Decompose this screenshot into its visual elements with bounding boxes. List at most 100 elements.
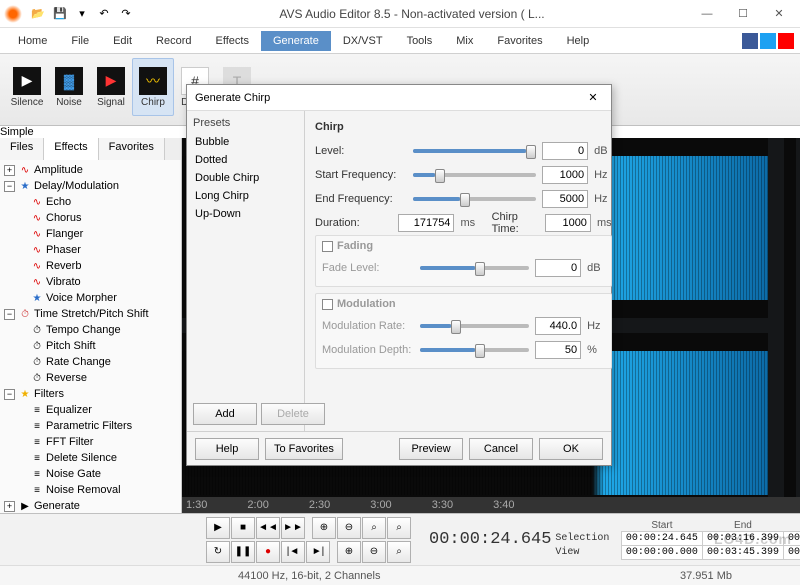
loop-button[interactable]: ↻ — [206, 541, 230, 563]
tree-echo[interactable]: ∿Echo — [2, 194, 179, 210]
menu-generate[interactable]: Generate — [261, 31, 331, 51]
tree-time-stretch[interactable]: −⏱Time Stretch/Pitch Shift — [2, 306, 179, 322]
fading-checkbox[interactable] — [322, 241, 333, 252]
preset-item[interactable]: Long Chirp — [193, 187, 298, 205]
ribbon-noise[interactable]: ▓Noise — [48, 58, 90, 116]
modulation-checkbox[interactable] — [322, 299, 333, 310]
minimize-button[interactable]: — — [690, 3, 724, 25]
tree-flanger[interactable]: ∿Flanger — [2, 226, 179, 242]
undo-icon[interactable]: ↶ — [96, 6, 112, 22]
play-button[interactable]: ▶ — [206, 517, 230, 539]
tree-rate-change[interactable]: ⏱Rate Change — [2, 354, 179, 370]
tree-reverse[interactable]: ⏱Reverse — [2, 370, 179, 386]
duration-input[interactable] — [398, 214, 454, 232]
zoom-v-in-button[interactable]: ⊕ — [337, 541, 361, 563]
redo-icon[interactable]: ↷ — [118, 6, 134, 22]
endfreq-slider[interactable] — [413, 192, 536, 206]
zoom-v-out-button[interactable]: ⊖ — [362, 541, 386, 563]
tab-effects[interactable]: Effects — [44, 138, 98, 160]
expand-icon[interactable]: + — [4, 165, 15, 176]
fade-slider[interactable] — [420, 261, 529, 275]
twitter-icon[interactable] — [760, 33, 776, 49]
ribbon-chirp[interactable]: 〰Chirp — [132, 58, 174, 116]
tree-equalizer[interactable]: ≡Equalizer — [2, 402, 179, 418]
chirptime-input[interactable] — [545, 214, 591, 232]
startfreq-input[interactable] — [542, 166, 588, 184]
menu-favorites[interactable]: Favorites — [485, 31, 554, 51]
zoom-fit-button[interactable]: ⌕ — [387, 541, 411, 563]
record-button[interactable]: ● — [256, 541, 280, 563]
time-ruler[interactable]: 1:30 2:00 2:30 3:00 3:30 3:40 — [182, 497, 800, 513]
collapse-icon[interactable]: − — [4, 389, 15, 400]
pause-button[interactable]: ❚❚ — [231, 541, 255, 563]
tree-voice-morpher[interactable]: ★Voice Morpher — [2, 290, 179, 306]
zoom-in-button[interactable]: ⊕ — [312, 517, 336, 539]
ffwd-button[interactable]: ►► — [281, 517, 305, 539]
startfreq-slider[interactable] — [413, 168, 536, 182]
preview-button[interactable]: Preview — [399, 438, 463, 460]
menu-record[interactable]: Record — [144, 31, 203, 51]
tree-noise-removal[interactable]: ≡Noise Removal — [2, 482, 179, 498]
tree-pitch-shift[interactable]: ⏱Pitch Shift — [2, 338, 179, 354]
tree-noise-gate[interactable]: ≡Noise Gate — [2, 466, 179, 482]
menu-effects[interactable]: Effects — [204, 31, 261, 51]
tree-delete-silence[interactable]: ≡Delete Silence — [2, 450, 179, 466]
fade-input[interactable] — [535, 259, 581, 277]
ribbon-silence[interactable]: ▶Silence — [6, 58, 48, 116]
modrate-slider[interactable] — [420, 319, 529, 333]
tree-delay-modulation[interactable]: −★Delay/Modulation — [2, 178, 179, 194]
preset-item[interactable]: Dotted — [193, 151, 298, 169]
preset-item[interactable]: Double Chirp — [193, 169, 298, 187]
tree-phaser[interactable]: ∿Phaser — [2, 242, 179, 258]
tree-vibrato[interactable]: ∿Vibrato — [2, 274, 179, 290]
endfreq-input[interactable] — [542, 190, 588, 208]
goto-start-button[interactable]: |◄ — [281, 541, 305, 563]
close-button[interactable]: ✕ — [762, 3, 796, 25]
zoom-out-button[interactable]: ⊖ — [337, 517, 361, 539]
tree-fft-filter[interactable]: ≡FFT Filter — [2, 434, 179, 450]
add-preset-button[interactable]: Add — [193, 403, 257, 425]
menu-mix[interactable]: Mix — [444, 31, 485, 51]
help-button[interactable]: Help — [195, 438, 259, 460]
level-input[interactable] — [542, 142, 588, 160]
preset-item[interactable]: Up-Down — [193, 205, 298, 223]
menu-home[interactable]: Home — [6, 31, 59, 51]
tree-generate[interactable]: +▶Generate — [2, 498, 179, 513]
ok-button[interactable]: OK — [539, 438, 603, 460]
menu-edit[interactable]: Edit — [101, 31, 144, 51]
youtube-icon[interactable] — [778, 33, 794, 49]
goto-end-button[interactable]: ►| — [306, 541, 330, 563]
preset-item[interactable]: Bubble — [193, 133, 298, 151]
tree-amplitude[interactable]: +∿Amplitude — [2, 162, 179, 178]
moddepth-slider[interactable] — [420, 343, 529, 357]
level-slider[interactable] — [413, 144, 536, 158]
menu-dxvst[interactable]: DX/VST — [331, 31, 395, 51]
moddepth-input[interactable] — [535, 341, 581, 359]
rewind-button[interactable]: ◄◄ — [256, 517, 280, 539]
save-icon[interactable]: 💾 — [52, 6, 68, 22]
to-favorites-button[interactable]: To Favorites — [265, 438, 343, 460]
menu-file[interactable]: File — [59, 31, 101, 51]
cancel-button[interactable]: Cancel — [469, 438, 533, 460]
dropdown-icon[interactable]: ▾ — [74, 6, 90, 22]
dialog-titlebar[interactable]: Generate Chirp ✕ — [187, 85, 611, 111]
tab-favorites[interactable]: Favorites — [99, 138, 165, 160]
zoom-sel-button[interactable]: ⌕ — [387, 517, 411, 539]
facebook-icon[interactable] — [742, 33, 758, 49]
tree-tempo-change[interactable]: ⏱Tempo Change — [2, 322, 179, 338]
modrate-input[interactable] — [535, 317, 581, 335]
effects-tree[interactable]: +∿Amplitude −★Delay/Modulation ∿Echo ∿Ch… — [0, 160, 181, 513]
menu-tools[interactable]: Tools — [395, 31, 445, 51]
dialog-close-button[interactable]: ✕ — [583, 91, 603, 104]
stop-button[interactable]: ■ — [231, 517, 255, 539]
collapse-icon[interactable]: − — [4, 181, 15, 192]
ribbon-signal[interactable]: ▶Signal — [90, 58, 132, 116]
tree-parametric[interactable]: ≡Parametric Filters — [2, 418, 179, 434]
tree-filters[interactable]: −★Filters — [2, 386, 179, 402]
maximize-button[interactable]: ☐ — [726, 3, 760, 25]
menu-help[interactable]: Help — [555, 31, 602, 51]
expand-icon[interactable]: + — [4, 501, 15, 512]
tab-files[interactable]: Files — [0, 138, 44, 160]
tree-chorus[interactable]: ∿Chorus — [2, 210, 179, 226]
tree-reverb[interactable]: ∿Reverb — [2, 258, 179, 274]
